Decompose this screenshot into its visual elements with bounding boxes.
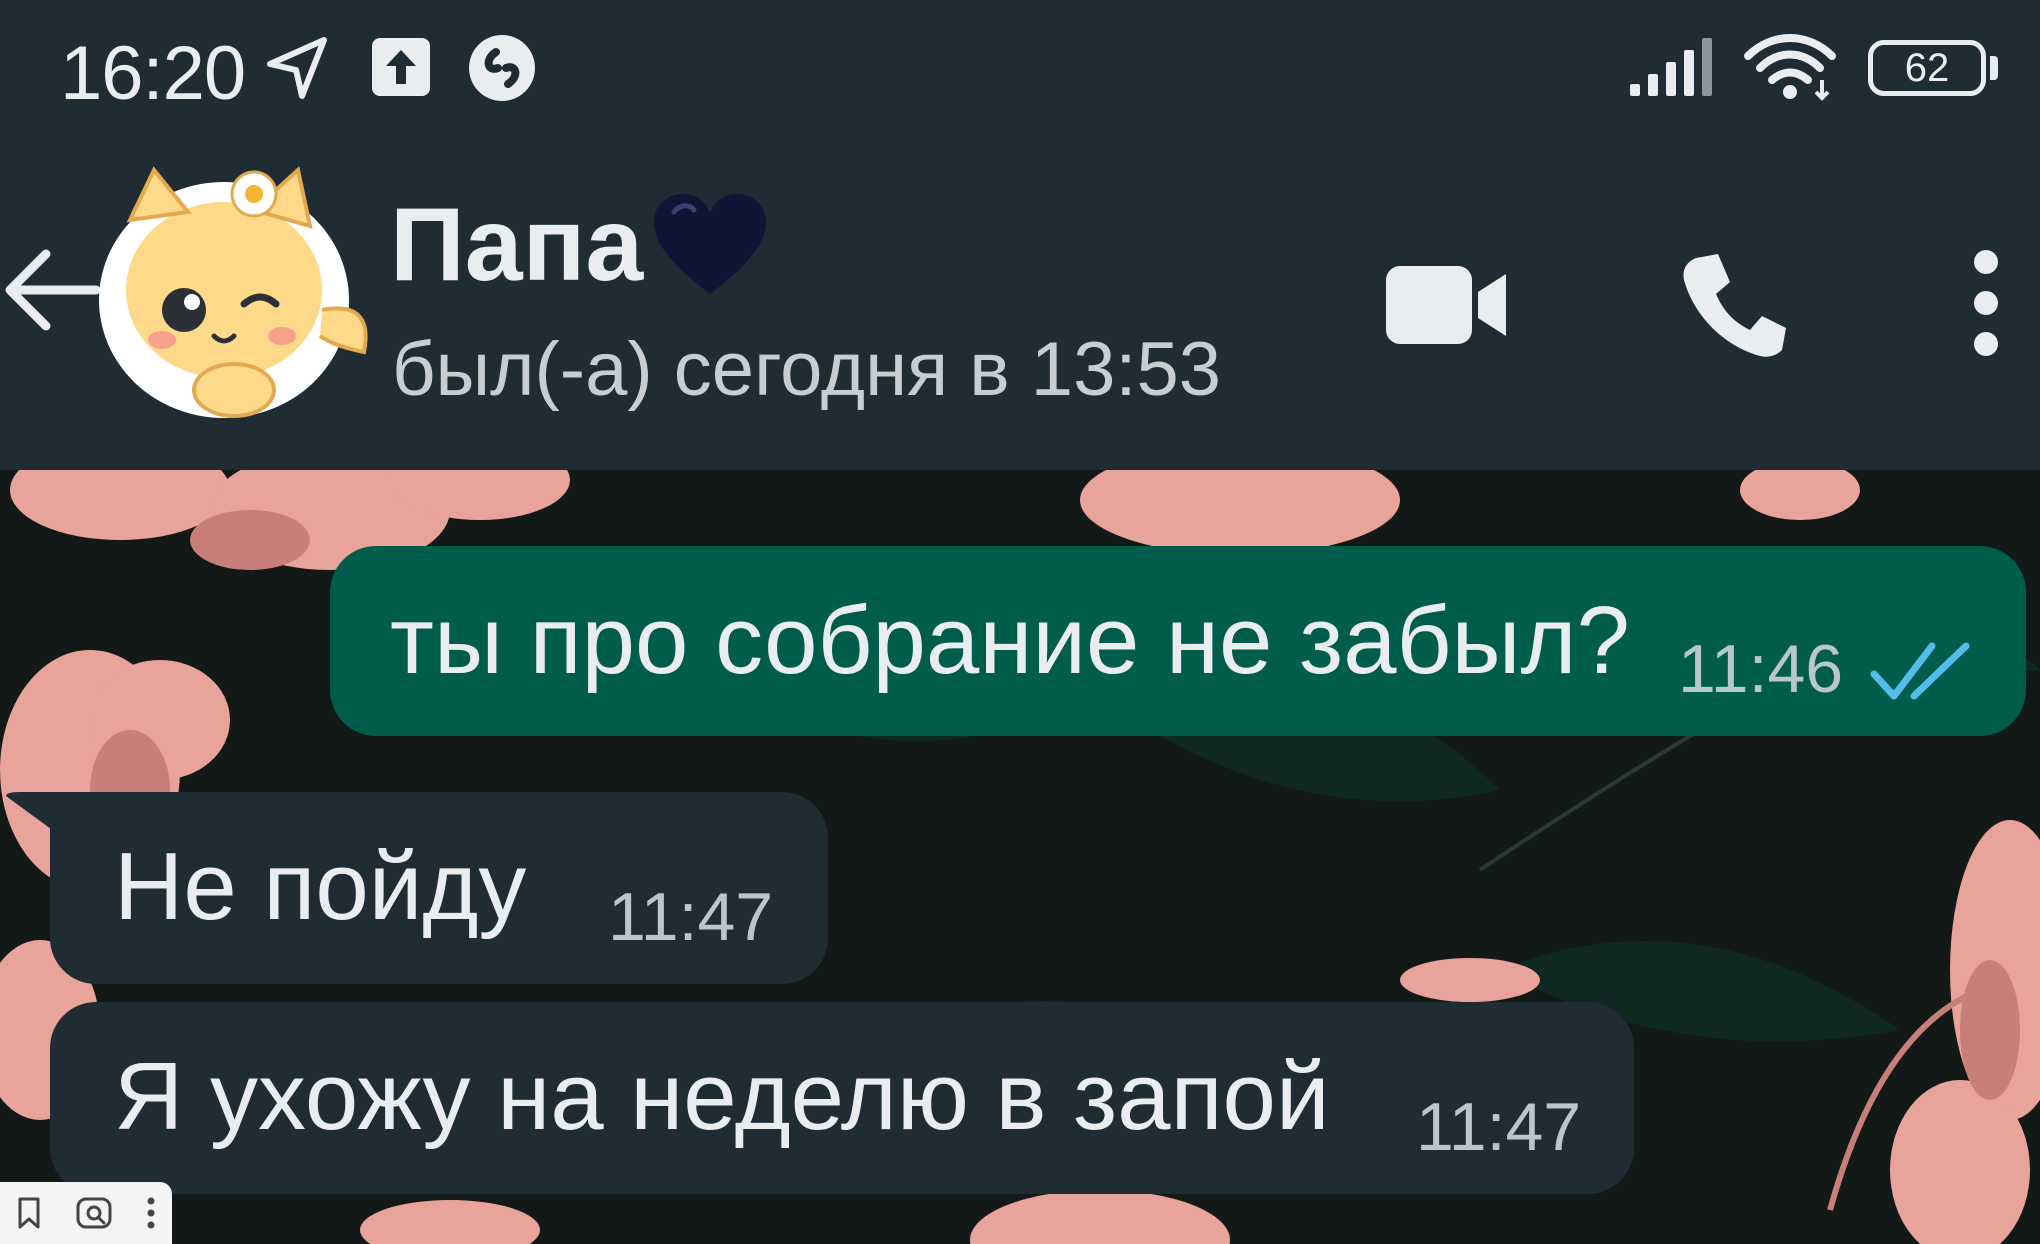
shazam-icon	[469, 35, 535, 101]
message-time: 11:47	[608, 879, 774, 955]
status-bar: 16:20 62	[0, 0, 2040, 140]
message-text: Не пойду	[114, 833, 527, 940]
more-vert-icon[interactable]	[146, 1196, 156, 1230]
battery-level: 62	[1904, 45, 1950, 90]
wifi-icon	[1744, 34, 1836, 101]
navigation-arrow-icon	[267, 37, 327, 99]
message-time: 11:46	[1678, 631, 1844, 707]
voice-call-icon[interactable]	[1680, 250, 1790, 360]
chat-area[interactable]: ты про собрание не забыл? 11:46 Не пойду…	[0, 470, 2040, 1244]
screenshot-toolbar	[0, 1182, 172, 1244]
black-heart-icon	[654, 194, 766, 294]
bookmark-icon[interactable]	[16, 1196, 42, 1230]
message-time: 11:47	[1416, 1089, 1582, 1165]
read-receipt-icon	[1870, 642, 1970, 700]
contact-name[interactable]: Папа	[390, 186, 643, 305]
message-incoming[interactable]: Не пойду 11:47	[50, 792, 828, 984]
lens-search-icon[interactable]	[75, 1196, 113, 1230]
avatar-sticker[interactable]	[84, 140, 384, 440]
message-text: ты про собрание не забыл?	[390, 587, 1630, 694]
last-seen-status: был(-а) сегодня в 13:53	[392, 327, 1221, 412]
message-text: Я ухожу на неделю в запой	[114, 1043, 1330, 1150]
status-time: 16:20	[60, 31, 246, 116]
message-incoming[interactable]: Я ухожу на неделю в запой 11:47	[50, 1002, 1634, 1194]
more-options-icon[interactable]	[1966, 248, 2006, 358]
chat-header: Папа был(-а) сегодня в 13:53	[0, 140, 2040, 470]
battery-tip	[1990, 56, 1998, 80]
video-call-icon[interactable]	[1384, 262, 1510, 348]
message-outgoing[interactable]: ты про собрание не забыл? 11:46	[330, 546, 2026, 736]
battery-icon: 62	[1868, 40, 1986, 96]
signal-icon	[1630, 38, 1712, 96]
upload-icon	[372, 38, 430, 96]
